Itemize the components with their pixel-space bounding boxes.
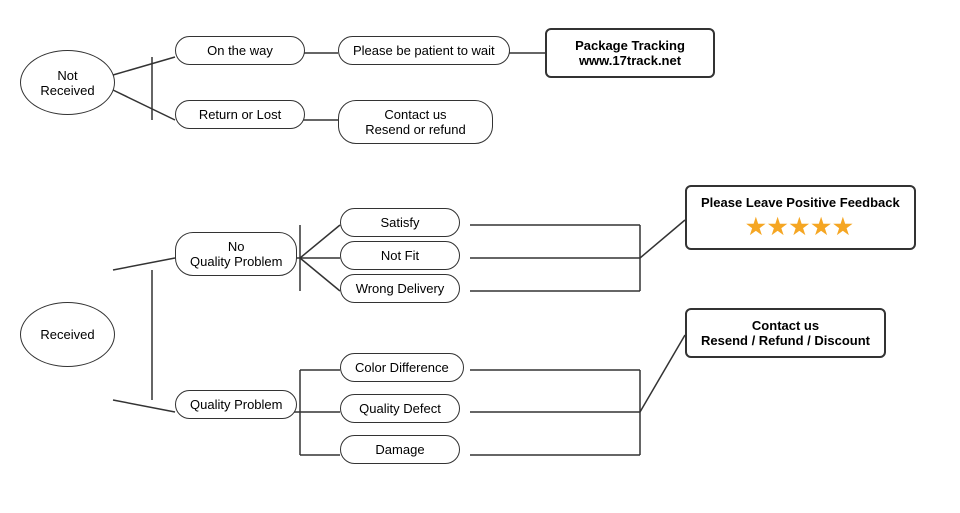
contact-discount-text: Contact us Resend / Refund / Discount bbox=[701, 318, 870, 348]
on-the-way-node: On the way bbox=[175, 36, 305, 65]
positive-feedback-box: Please Leave Positive Feedback ★★★★★ bbox=[685, 185, 916, 250]
connector-lines bbox=[0, 0, 960, 513]
contact-resend-refund-discount-box: Contact us Resend / Refund / Discount bbox=[685, 308, 886, 358]
be-patient-node: Please be patient to wait bbox=[338, 36, 510, 65]
color-difference-node: Color Difference bbox=[340, 353, 464, 382]
damage-node: Damage bbox=[340, 435, 460, 464]
received-node: Received bbox=[20, 302, 115, 367]
satisfy-node: Satisfy bbox=[340, 208, 460, 237]
quality-defect-node: Quality Defect bbox=[340, 394, 460, 423]
not-received-node: Not Received bbox=[20, 50, 115, 115]
wrong-delivery-node: Wrong Delivery bbox=[340, 274, 460, 303]
quality-problem-node: Quality Problem bbox=[175, 390, 297, 419]
package-tracking-node: Package Tracking www.17track.net bbox=[545, 28, 715, 78]
star-rating: ★★★★★ bbox=[701, 214, 900, 240]
feedback-text: Please Leave Positive Feedback bbox=[701, 195, 900, 210]
contact-resend-refund-node: Contact us Resend or refund bbox=[338, 100, 493, 144]
not-fit-node: Not Fit bbox=[340, 241, 460, 270]
return-or-lost-node: Return or Lost bbox=[175, 100, 305, 129]
no-quality-problem-node: No Quality Problem bbox=[175, 232, 297, 276]
flowchart-diagram: Not Received On the way Return or Lost P… bbox=[0, 0, 960, 513]
